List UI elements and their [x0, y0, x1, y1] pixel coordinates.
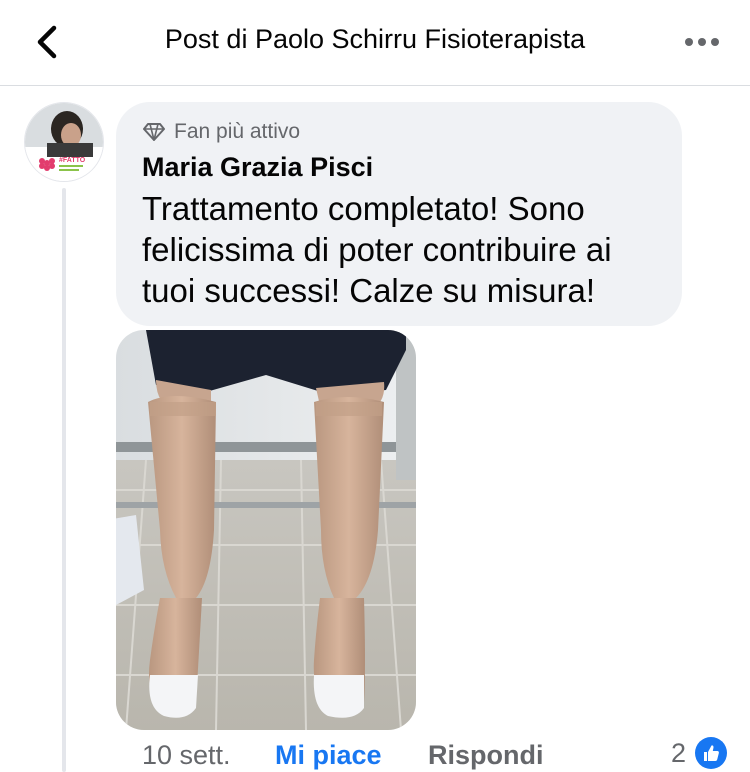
- more-options-button[interactable]: [680, 24, 724, 60]
- avatar[interactable]: #FATTO: [24, 102, 104, 182]
- diamond-icon: [143, 123, 165, 141]
- top-bar: Post di Paolo Schirru Fisioterapista: [0, 0, 750, 86]
- reply-button[interactable]: Rispondi: [428, 740, 544, 771]
- thread-line: [62, 188, 66, 772]
- comment-time[interactable]: 10 sett.: [142, 740, 231, 771]
- top-fan-badge: Fan più attivo: [142, 120, 300, 144]
- comment-photo[interactable]: [116, 330, 416, 730]
- comment-text: Trattamento completato! Sono felicissima…: [142, 190, 612, 309]
- like-button[interactable]: Mi piace: [275, 740, 382, 771]
- photo-image: [116, 330, 416, 730]
- more-horizontal-icon: [685, 38, 719, 46]
- page-title: Post di Paolo Schirru Fisioterapista: [164, 24, 586, 54]
- reaction-count: 2: [670, 737, 686, 768]
- badge-label: Fan più attivo: [174, 120, 301, 143]
- comment-author[interactable]: Maria Grazia Pisci: [142, 152, 373, 183]
- avatar-picture: #FATTO: [25, 103, 103, 181]
- comment-bubble[interactable]: Fan più attivo Maria Grazia Pisci Tratta…: [116, 102, 682, 326]
- reaction-summary[interactable]: 2: [671, 736, 728, 770]
- avatar-overlay-text: #FATTO: [59, 157, 86, 164]
- thumbs-up-icon: [695, 737, 727, 769]
